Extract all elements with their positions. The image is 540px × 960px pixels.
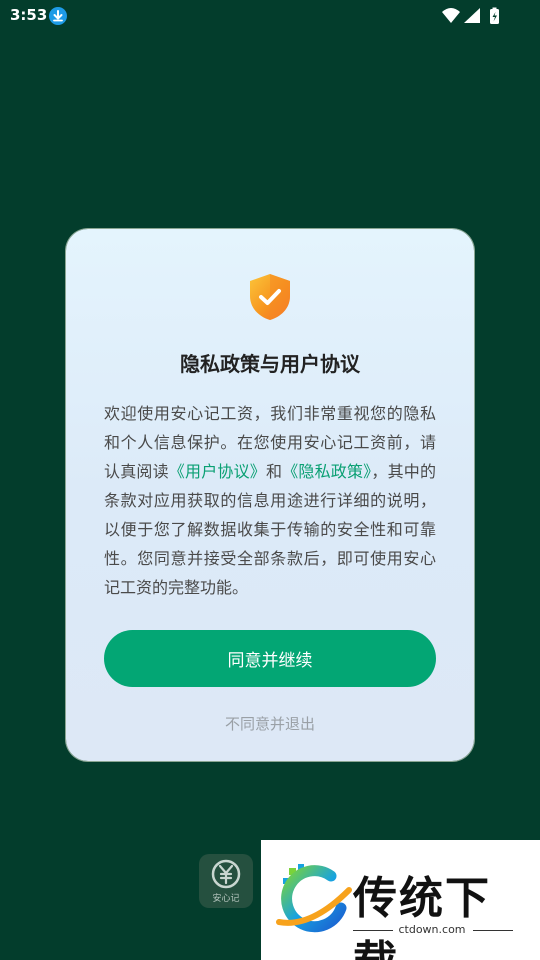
ctdown-logo-icon	[271, 856, 357, 942]
decline-exit-button[interactable]: 不同意并退出	[66, 713, 474, 734]
yuan-icon	[211, 859, 241, 889]
watermark: 传统下载 ctdown.com	[261, 840, 540, 960]
body-text-part2: ，其中的条款对应用获取的信息用途进行详细的说明，以便于您了解数据收集于传输的安全…	[104, 462, 436, 597]
app-icon: 安心记	[199, 854, 253, 908]
dialog-body-text: 欢迎使用安心记工资，我们非常重视您的隐私和个人信息保护。在您使用安心记工资前，请…	[104, 399, 436, 602]
agree-continue-button[interactable]: 同意并继续	[104, 630, 436, 687]
privacy-policy-link[interactable]: 《隐私政策》	[282, 462, 371, 481]
dialog-title: 隐私政策与用户协议	[180, 352, 360, 376]
status-time: 3:53	[10, 6, 48, 24]
shield-check-icon	[247, 272, 293, 322]
battery-charging-icon	[490, 7, 499, 24]
privacy-dialog: 隐私政策与用户协议 欢迎使用安心记工资，我们非常重视您的隐私和个人信息保护。在您…	[66, 229, 474, 761]
watermark-title: 传统下载	[353, 873, 491, 960]
signal-icon	[464, 8, 480, 23]
download-icon	[48, 6, 68, 26]
body-text-and: 和	[265, 462, 283, 481]
status-icons	[440, 6, 510, 26]
user-agreement-link[interactable]: 《用户协议》	[169, 462, 266, 481]
app-icon-label: 安心记	[212, 894, 240, 904]
wifi-icon	[442, 8, 460, 23]
watermark-url: ctdown.com	[398, 923, 466, 936]
status-bar: 3:53	[0, 0, 540, 32]
